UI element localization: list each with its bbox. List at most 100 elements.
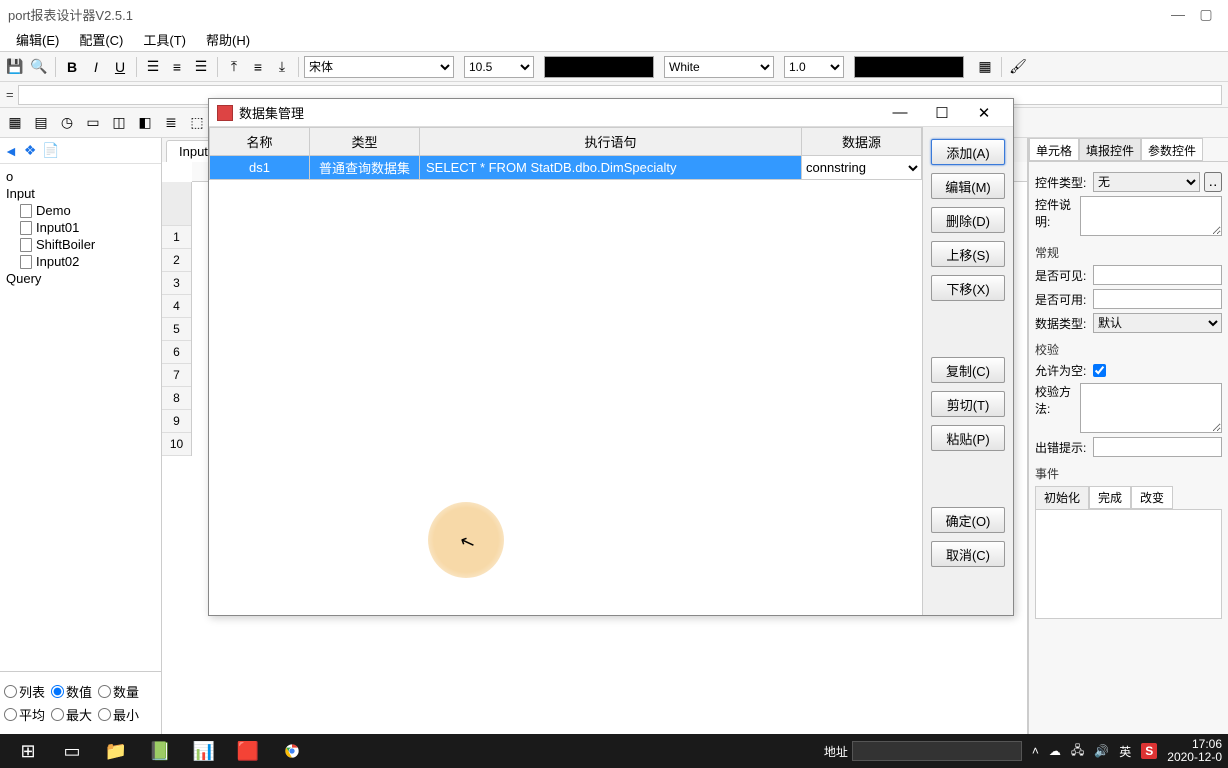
- back-icon[interactable]: ◄: [4, 143, 18, 159]
- barcode-icon[interactable]: ≣: [160, 112, 182, 134]
- row-head-3[interactable]: 3: [162, 272, 191, 295]
- data-type-select[interactable]: 默认: [1093, 313, 1222, 333]
- line-color-select[interactable]: [854, 56, 964, 78]
- borders-icon[interactable]: ▦: [974, 56, 996, 78]
- radio-value[interactable]: 数值: [51, 682, 92, 701]
- tray-ime[interactable]: 英: [1119, 743, 1131, 760]
- chart-icon[interactable]: ▭: [82, 112, 104, 134]
- row-head-7[interactable]: 7: [162, 364, 191, 387]
- tab-param-control[interactable]: 参数控件: [1141, 138, 1203, 161]
- tray-volume-icon[interactable]: 🔊: [1094, 744, 1109, 758]
- menu-help[interactable]: 帮助(H): [196, 30, 260, 49]
- radio-max[interactable]: 最大: [51, 705, 92, 724]
- bold-icon[interactable]: B: [61, 56, 83, 78]
- valign-middle-icon[interactable]: ≡: [247, 56, 269, 78]
- row-head-4[interactable]: 4: [162, 295, 191, 318]
- start-button[interactable]: ⊞: [6, 737, 50, 765]
- cut-button[interactable]: 剪切(T): [931, 391, 1005, 417]
- table-icon[interactable]: ▤: [30, 112, 52, 134]
- tree-item-shiftboiler[interactable]: ShiftBoiler: [20, 236, 155, 253]
- font-size-select[interactable]: 10.5: [464, 56, 534, 78]
- control-type-more-button[interactable]: ‥: [1204, 172, 1222, 192]
- copy-button[interactable]: 复制(C): [931, 357, 1005, 383]
- valign-top-icon[interactable]: ⤒: [223, 56, 245, 78]
- dialog-maximize-icon[interactable]: ☐: [921, 104, 963, 122]
- edit-button[interactable]: 编辑(M): [931, 173, 1005, 199]
- event-tab-init[interactable]: 初始化: [1035, 486, 1089, 509]
- control-desc-textarea[interactable]: [1080, 196, 1222, 236]
- address-input[interactable]: [852, 741, 1022, 761]
- format-painter-icon[interactable]: 🖌: [1007, 56, 1029, 78]
- align-left-icon[interactable]: ☰: [142, 56, 164, 78]
- row-head-10[interactable]: 10: [162, 433, 191, 456]
- app1-icon[interactable]: 📗: [138, 737, 182, 765]
- tray-sogou-icon[interactable]: S: [1141, 743, 1157, 759]
- usable-input[interactable]: [1093, 289, 1222, 309]
- dialog-close-icon[interactable]: ✕: [963, 104, 1005, 122]
- line-weight-select[interactable]: 1.0: [784, 56, 844, 78]
- tray-cloud-icon[interactable]: ☁: [1049, 744, 1061, 758]
- print-preview-icon[interactable]: 🔍: [28, 56, 50, 78]
- italic-icon[interactable]: I: [85, 56, 107, 78]
- tray-up-icon[interactable]: ˄: [1032, 744, 1039, 758]
- row-head-6[interactable]: 6: [162, 341, 191, 364]
- save-icon[interactable]: 💾: [4, 56, 26, 78]
- row-head-8[interactable]: 8: [162, 387, 191, 410]
- ok-button[interactable]: 确定(O): [931, 507, 1005, 533]
- tree-item-demo[interactable]: Demo: [20, 202, 155, 219]
- control-type-select[interactable]: 无: [1093, 172, 1200, 192]
- radio-avg[interactable]: 平均: [4, 705, 45, 724]
- add-button[interactable]: 添加(A): [931, 139, 1005, 165]
- valign-bottom-icon[interactable]: ⤓: [271, 56, 293, 78]
- tree-group-input[interactable]: Input: [6, 185, 155, 202]
- allow-empty-checkbox[interactable]: [1093, 364, 1106, 377]
- paste-button[interactable]: 粘贴(P): [931, 425, 1005, 451]
- tree-item-input01[interactable]: Input01: [20, 219, 155, 236]
- radio-min[interactable]: 最小: [98, 705, 139, 724]
- move-down-button[interactable]: 下移(X): [931, 275, 1005, 301]
- error-hint-input[interactable]: [1093, 437, 1222, 457]
- image-icon[interactable]: ◧: [134, 112, 156, 134]
- event-tab-change[interactable]: 改变: [1131, 486, 1173, 509]
- minimize-icon[interactable]: —: [1164, 6, 1192, 22]
- refresh-icon[interactable]: 📄: [42, 142, 59, 159]
- delete-button[interactable]: 删除(D): [931, 207, 1005, 233]
- radio-count[interactable]: 数量: [98, 682, 139, 701]
- row-head-2[interactable]: 2: [162, 249, 191, 272]
- excel-icon[interactable]: 📊: [182, 737, 226, 765]
- shape-icon[interactable]: ◫: [108, 112, 130, 134]
- file-explorer-icon[interactable]: 📁: [94, 737, 138, 765]
- visible-input[interactable]: [1093, 265, 1222, 285]
- maximize-icon[interactable]: ▢: [1192, 6, 1220, 23]
- align-right-icon[interactable]: ☰: [190, 56, 212, 78]
- tab-cell[interactable]: 单元格: [1029, 138, 1079, 161]
- font-family-select[interactable]: 宋体: [304, 56, 454, 78]
- tab-fill-control[interactable]: 填报控件: [1079, 138, 1141, 161]
- move-up-button[interactable]: 上移(S): [931, 241, 1005, 267]
- validate-method-textarea[interactable]: [1080, 383, 1222, 433]
- dialog-minimize-icon[interactable]: —: [879, 104, 921, 121]
- event-code-area[interactable]: [1035, 509, 1222, 619]
- cancel-button[interactable]: 取消(C): [931, 541, 1005, 567]
- radio-list[interactable]: 列表: [4, 682, 45, 701]
- grid-icon[interactable]: ▦: [4, 112, 26, 134]
- component-icon[interactable]: ⬚: [186, 112, 208, 134]
- row-head-1[interactable]: 1: [162, 226, 191, 249]
- dataset-row[interactable]: ds1 普通查询数据集 SELECT * FROM StatDB.dbo.Dim…: [210, 156, 922, 180]
- task-view-icon[interactable]: ▭: [50, 737, 94, 765]
- chrome-icon[interactable]: [270, 737, 314, 765]
- bg-color-select[interactable]: White: [664, 56, 774, 78]
- underline-icon[interactable]: U: [109, 56, 131, 78]
- designer-app-icon[interactable]: 🟥: [226, 737, 270, 765]
- row-head-9[interactable]: 9: [162, 410, 191, 433]
- event-tab-done[interactable]: 完成: [1089, 486, 1131, 509]
- clock-icon[interactable]: ◷: [56, 112, 78, 134]
- tree-group-query[interactable]: Query: [6, 270, 155, 287]
- menu-edit[interactable]: 编辑(E): [6, 30, 69, 49]
- menu-config[interactable]: 配置(C): [69, 30, 133, 49]
- align-center-icon[interactable]: ≡: [166, 56, 188, 78]
- font-color-select[interactable]: [544, 56, 654, 78]
- row-head-5[interactable]: 5: [162, 318, 191, 341]
- menu-tools[interactable]: 工具(T): [133, 30, 196, 49]
- tree-root[interactable]: o: [6, 168, 155, 185]
